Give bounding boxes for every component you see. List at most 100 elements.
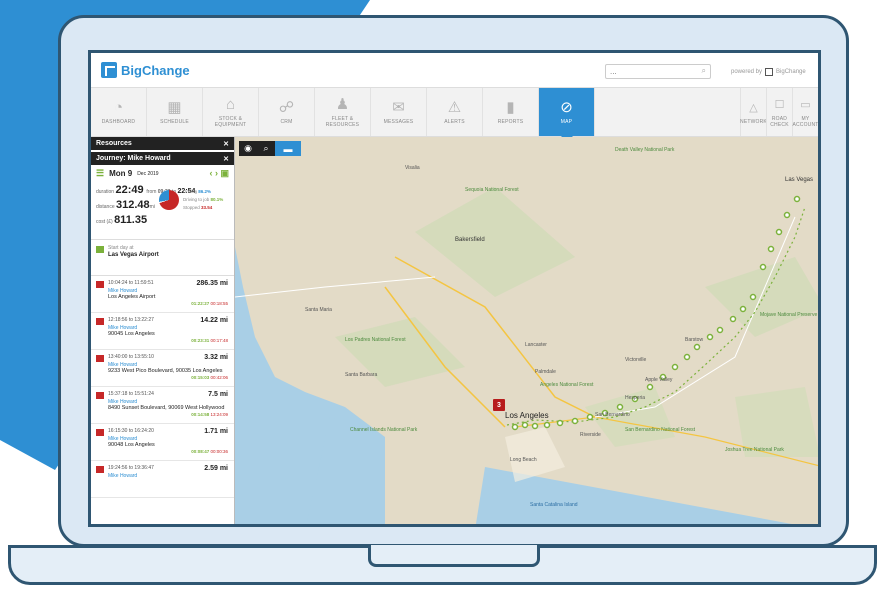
map-label: Sequoia National Forest — [465, 187, 519, 193]
job-flag-icon — [96, 392, 104, 399]
date-label: Mon 9 — [109, 169, 133, 178]
start-place: Las Vegas Airport — [108, 252, 159, 258]
nav-road-check[interactable]: ☐ ROAD CHECK — [766, 88, 792, 136]
job-onsite-time: 13:24:09 — [210, 412, 228, 417]
list-item[interactable]: 12:18:56 to 13:22:27 14.22 mi Mike Howar… — [91, 313, 234, 350]
job-flag-icon — [96, 355, 104, 362]
nav-network[interactable]: △ NETWORK — [740, 88, 767, 136]
alert-icon: ⚠ — [447, 98, 462, 116]
job-distance: 2.59 mi — [204, 465, 228, 472]
map-label: Long Beach — [510, 457, 537, 463]
job-durations: 01:22:27 00:18:55 — [191, 301, 228, 306]
map-label: Joshua Tree National Park — [725, 447, 784, 453]
activity-legend: Driving 86.2% Driving to job 80.1% Stopp… — [183, 188, 223, 212]
nav-map[interactable]: ⊘ MAP — [539, 88, 595, 142]
job-times: 16:15:30 to 16:24:20 — [108, 428, 154, 434]
job-onsite-time: 00:42:06 — [210, 375, 228, 380]
job-travel-time: 01:22:27 — [191, 301, 210, 306]
map-toolbar: ◉ ⌕ ▬ — [239, 141, 301, 156]
map-label: Hesperia — [625, 395, 646, 401]
visibility-icon[interactable]: ◉ — [239, 141, 257, 156]
cost-value: 811.35 — [114, 214, 148, 226]
vehicle-toggle-icon[interactable]: ▬ — [275, 141, 301, 156]
job-distance: 7.5 mi — [208, 391, 228, 398]
job-durations: 00:14:58 13:24:09 — [191, 412, 228, 417]
job-onsite-time: 00:00:36 — [210, 449, 228, 454]
date-nav[interactable]: ‹ › ▣ — [210, 168, 230, 179]
driving-job-label: Driving to job — [183, 197, 210, 202]
search-input[interactable]: ... ⌕ — [605, 64, 711, 79]
nav-stock-equipment[interactable]: ⌂ STOCK & EQUIPMENT — [203, 88, 259, 136]
map-label: Palmdale — [535, 369, 556, 375]
journey-title: Journey: Mike Howard — [96, 155, 171, 162]
job-times: 15:37:18 to 15:51:24 — [108, 391, 154, 397]
distance-unit: mi — [149, 204, 155, 210]
nav-label: ROAD CHECK — [770, 115, 789, 128]
job-travel-time: 00:14:58 — [191, 412, 210, 417]
stopped-label: Stopped — [183, 205, 200, 210]
journey-stats: duration 22:49 from 09:30 to 22:54 dista… — [91, 182, 234, 240]
job-cluster-marker[interactable]: 3 — [493, 399, 505, 411]
warehouse-icon: ⌂ — [225, 95, 236, 113]
duration-value: 22:49 — [115, 184, 144, 196]
nav-crm[interactable]: ☍ CRM — [259, 88, 315, 136]
close-icon[interactable]: ✕ — [223, 155, 229, 163]
search-icon[interactable]: ⌕ — [257, 141, 275, 156]
distance-label: distance — [96, 204, 115, 210]
map-label: Lancaster — [525, 342, 547, 348]
cost-label: cost (£) — [96, 219, 113, 225]
nav-reports[interactable]: ▮ REPORTS — [483, 88, 539, 136]
from-label: from — [146, 189, 157, 195]
nav-messages[interactable]: ✉ MESSAGES — [371, 88, 427, 136]
map-label: San Bernardino — [595, 412, 630, 418]
map-label: Visalia — [405, 165, 420, 171]
map-view[interactable]: ◉ ⌕ ▬ 3 Sequoia National Forest Bakersfi… — [235, 137, 818, 524]
job-flag-icon — [96, 318, 104, 325]
nav-label: MAP — [560, 118, 573, 125]
map-label: Los Padres National Forest — [345, 337, 406, 343]
list-item[interactable]: 16:15:30 to 16:24:20 1.71 mi Mike Howard… — [91, 424, 234, 461]
brand-logo[interactable]: BigChange — [101, 62, 190, 78]
nav-fleet-resources[interactable]: ♟ FLEET & RESOURCES — [315, 88, 371, 136]
list-item[interactable]: 19:24:56 to 19:36:47 2.59 mi Mike Howard — [91, 461, 234, 498]
nav-label: STOCK & EQUIPMENT — [214, 115, 247, 128]
nav-label: NETWORK — [740, 118, 767, 125]
driving-label: Driving — [183, 189, 198, 194]
date-row: ☰ Mon 9 Dec 2019 ‹ › ▣ — [91, 165, 234, 182]
job-address: 9233 West Pico Boulevard, 90035 Los Ange… — [108, 368, 223, 374]
resources-title: Resources — [96, 140, 132, 147]
list-item[interactable]: 15:37:18 to 15:51:24 7.5 mi Mike Howard … — [91, 387, 234, 424]
menu-icon[interactable]: ☰ — [96, 168, 104, 179]
job-durations: 00:23:31 00:17:48 — [191, 338, 228, 343]
search-value: ... — [610, 67, 617, 76]
powered-by-text: powered by — [731, 69, 763, 75]
journey-header: Journey: Mike Howard ✕ — [91, 152, 234, 165]
nav-dashboard[interactable]: ◔ DASHBOARD — [91, 88, 147, 136]
job-resource[interactable]: Mike Howard — [108, 473, 229, 479]
nav-alerts[interactable]: ⚠ ALERTS — [427, 88, 483, 136]
powered-brand: BigChange — [776, 69, 806, 75]
list-item[interactable]: 10:04:24 to 11:59:51 286.35 mi Mike Howa… — [91, 276, 234, 313]
compass-icon: ⊘ — [560, 98, 573, 116]
calendar-icon: ▦ — [167, 98, 182, 116]
nav-schedule[interactable]: ▦ SCHEDULE — [147, 88, 203, 136]
list-item[interactable]: 13:40:00 to 13:55:10 3.32 mi Mike Howard… — [91, 350, 234, 387]
map-label: Los Angeles — [505, 411, 549, 420]
job-flag-icon — [96, 281, 104, 288]
people-icon: ♟ — [335, 95, 350, 113]
close-icon[interactable]: ✕ — [223, 140, 229, 148]
nav-label: CRM — [280, 118, 293, 125]
map-label: Channel Islands National Park — [350, 427, 418, 433]
map-label: Bakersfield — [455, 237, 485, 243]
duration-label: duration — [96, 189, 115, 195]
job-travel-time: 00:15:03 — [191, 375, 210, 380]
map-label: Riverside — [580, 432, 601, 438]
top-bar: BigChange ... ⌕ powered by BigChange — [91, 53, 818, 87]
job-address: Los Angeles Airport — [108, 294, 156, 300]
journey-start[interactable]: Start day at Las Vegas Airport — [91, 240, 234, 276]
nav-my-account[interactable]: ▭ MY ACCOUNT — [792, 88, 818, 136]
job-address: 90045 Los Angeles — [108, 331, 155, 337]
search-icon: ⌕ — [701, 66, 706, 75]
nav-label: MY ACCOUNT — [792, 115, 819, 128]
map-label: Victorville — [625, 357, 647, 363]
